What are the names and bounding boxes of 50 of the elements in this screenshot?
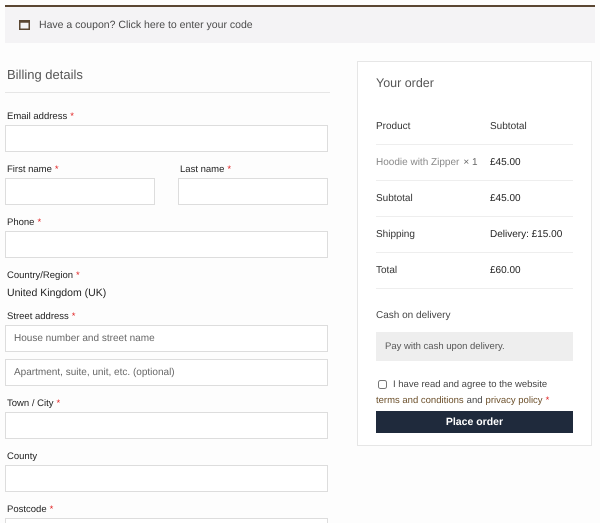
column-header: Subtotal	[490, 121, 527, 132]
field-label: County	[7, 451, 38, 462]
field-label: Phone	[7, 217, 34, 228]
field-label: Street address	[7, 311, 69, 322]
input-field[interactable]: House number and street name	[5, 325, 328, 352]
required-mark: *	[227, 164, 232, 175]
table-cell: £60.00	[490, 265, 521, 276]
input-field[interactable]	[5, 465, 328, 492]
country-value: United Kingdom (UK)	[6, 287, 108, 299]
place-order-button[interactable]: Place order	[376, 411, 573, 433]
payment-method[interactable]: Cash on delivery	[376, 310, 573, 321]
field-label: Last name	[180, 164, 224, 175]
table-cell: £45.00	[490, 157, 521, 168]
input-field[interactable]	[5, 231, 328, 258]
product-name: Hoodie with Zipper	[376, 157, 460, 168]
row-label: Total	[376, 265, 398, 276]
terms-link[interactable]: terms and conditions	[376, 395, 464, 406]
field-label: Postcode	[7, 504, 47, 515]
required-mark: *	[50, 504, 54, 515]
input-field[interactable]	[178, 178, 328, 205]
table-cell: £45.00	[490, 193, 521, 204]
input-field[interactable]: Apartment, suite, unit, etc. (optional)	[5, 359, 328, 386]
required-mark: *	[546, 395, 550, 406]
required-mark: *	[54, 164, 59, 175]
field-label: Country/Region	[7, 270, 74, 281]
required-mark: *	[70, 111, 74, 122]
privacy-link[interactable]: privacy policy	[486, 395, 543, 406]
required-mark: *	[37, 217, 42, 228]
input-field[interactable]	[5, 125, 328, 152]
coupon-icon	[19, 20, 30, 30]
table-cell: Delivery: £15.00	[490, 229, 562, 240]
payment-description: Pay with cash upon delivery.	[376, 332, 573, 361]
terms-checkbox[interactable]	[378, 380, 387, 389]
coupon-link[interactable]: Have a coupon? Click here to enter your code	[39, 19, 253, 31]
field-label: Email address	[7, 111, 68, 122]
input-field[interactable]	[5, 412, 328, 439]
terms-text: I have read and agree to the website	[393, 379, 548, 390]
section-title: Your order	[376, 76, 435, 90]
required-mark: *	[56, 398, 60, 409]
row-label: Shipping	[376, 229, 416, 240]
field-label: Town / City	[7, 398, 54, 409]
input-field[interactable]	[5, 178, 155, 205]
required-mark: *	[76, 270, 80, 281]
required-mark: *	[72, 311, 76, 322]
section-title: Billing details	[5, 63, 330, 93]
row-label: Subtotal	[376, 193, 414, 204]
terms-joiner: and	[466, 395, 483, 406]
column-header: Product	[376, 121, 412, 132]
field-label: First name	[7, 164, 52, 175]
product-quantity: × 1	[463, 157, 478, 168]
